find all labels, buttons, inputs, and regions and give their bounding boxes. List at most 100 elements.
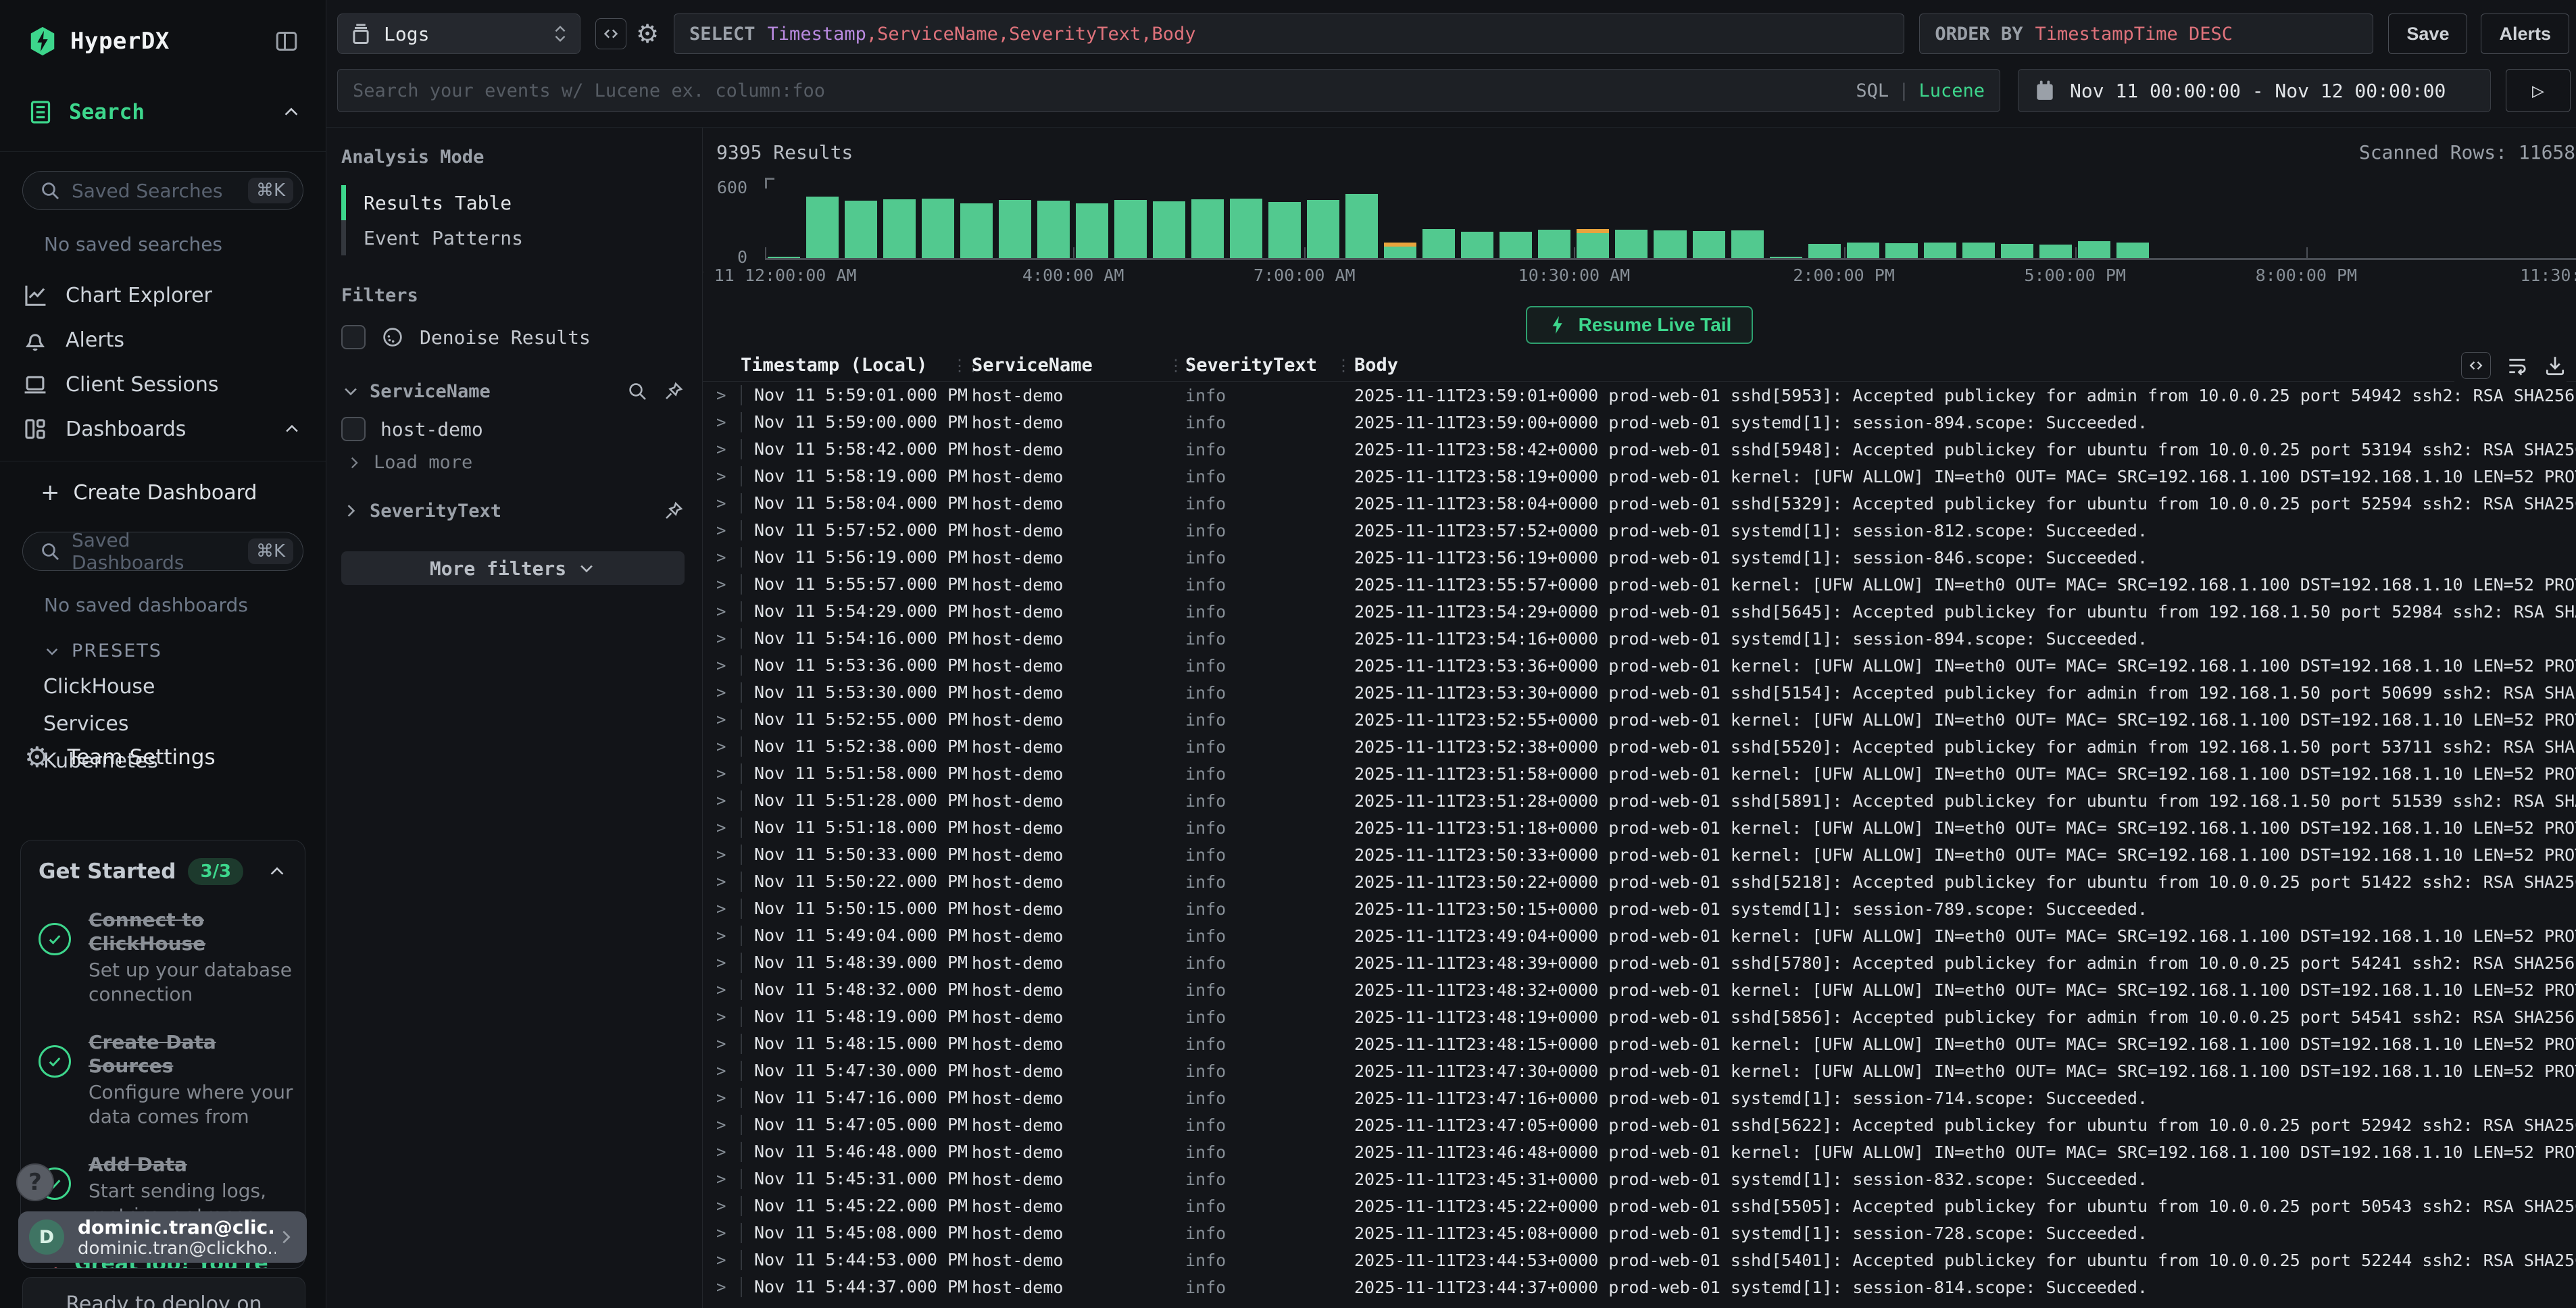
chart-bar[interactable] — [922, 199, 954, 258]
log-row[interactable]: >Nov 11 5:47:30.000 PMhost-demoinfo2025-… — [703, 1057, 2576, 1084]
chart-bar[interactable] — [2078, 241, 2110, 258]
log-row[interactable]: >Nov 11 5:45:22.000 PMhost-demoinfo2025-… — [703, 1192, 2576, 1219]
query-settings-button[interactable]: ⚙ — [630, 17, 664, 51]
row-expand-chevron[interactable]: > — [716, 683, 741, 702]
search-input[interactable]: Search your events w/ Lucene ex. column:… — [337, 69, 2000, 112]
chart-bar[interactable] — [2116, 243, 2149, 258]
chart-bar[interactable] — [1808, 244, 1841, 258]
create-dashboard-button[interactable]: + Create Dashboard — [0, 472, 326, 513]
sidebar-item-client-sessions[interactable]: Client Sessions — [0, 362, 326, 407]
log-row[interactable]: >Nov 11 5:47:16.000 PMhost-demoinfo2025-… — [703, 1084, 2576, 1111]
mode-results-table[interactable]: Results Table — [341, 185, 685, 220]
filter-value-host-demo[interactable]: host-demo — [341, 417, 685, 441]
row-expand-chevron[interactable]: > — [716, 440, 741, 459]
row-expand-chevron[interactable]: > — [716, 953, 741, 972]
row-expand-chevron[interactable]: > — [716, 629, 741, 648]
log-row[interactable]: >Nov 11 5:55:57.000 PMhost-demoinfo2025-… — [703, 571, 2576, 598]
chart-bar[interactable] — [1461, 232, 1493, 258]
wrap-lines-icon[interactable] — [2506, 354, 2529, 377]
log-row[interactable]: >Nov 11 5:48:32.000 PMhost-demoinfo2025-… — [703, 976, 2576, 1003]
pin-icon[interactable] — [663, 500, 685, 522]
checkbox[interactable] — [341, 325, 366, 349]
row-expand-chevron[interactable]: > — [716, 1142, 741, 1161]
chart-bar[interactable] — [1230, 199, 1262, 258]
log-row[interactable]: >Nov 11 5:58:19.000 PMhost-demoinfo2025-… — [703, 463, 2576, 490]
search-icon[interactable] — [626, 380, 648, 402]
sidebar-item-alerts[interactable]: Alerts — [0, 318, 326, 362]
column-resize-handle[interactable]: ⋮⋮ — [1168, 356, 1185, 375]
chart-bar[interactable] — [2001, 244, 2033, 258]
chart-bar[interactable] — [1770, 257, 1802, 258]
row-expand-chevron[interactable]: > — [716, 737, 741, 756]
chart-bar[interactable] — [1538, 230, 1570, 258]
chart-bar[interactable] — [1577, 229, 1609, 258]
checkbox[interactable] — [341, 417, 366, 441]
row-expand-chevron[interactable]: > — [716, 386, 741, 405]
sidebar-item-dashboards[interactable]: Dashboards — [0, 407, 326, 451]
row-expand-chevron[interactable]: > — [716, 791, 741, 810]
filter-group-severitytext[interactable]: SeverityText — [341, 500, 685, 522]
chart-bar[interactable] — [1268, 202, 1301, 258]
log-row[interactable]: >Nov 11 5:48:19.000 PMhost-demoinfo2025-… — [703, 1003, 2576, 1030]
row-expand-chevron[interactable]: > — [716, 1197, 741, 1215]
row-expand-chevron[interactable]: > — [716, 1115, 741, 1134]
chart-plot[interactable]: Nov 11 12:00:00 AM4:00:00 AM7:00:00 AM10… — [765, 186, 2576, 260]
save-button[interactable]: Save — [2388, 14, 2467, 54]
run-query-button[interactable]: ▷ — [2506, 69, 2571, 112]
chart-bar[interactable] — [1654, 230, 1686, 258]
log-row[interactable]: >Nov 11 5:48:15.000 PMhost-demoinfo2025-… — [703, 1030, 2576, 1057]
row-expand-chevron[interactable]: > — [716, 926, 741, 945]
log-row[interactable]: >Nov 11 5:47:05.000 PMhost-demoinfo2025-… — [703, 1111, 2576, 1138]
chart-bar[interactable] — [1847, 243, 1879, 258]
saved-searches-input[interactable]: Saved Searches ⌘K — [22, 171, 303, 210]
row-expand-chevron[interactable]: > — [716, 1169, 741, 1188]
chart-bar[interactable] — [883, 199, 916, 258]
sidebar-item-team-settings[interactable]: ⚙ Team Settings — [0, 740, 326, 774]
chart-bar[interactable] — [1307, 200, 1339, 258]
chart-bar[interactable] — [999, 200, 1031, 258]
preset-clickhouse[interactable]: ClickHouse — [0, 668, 326, 705]
alerts-button[interactable]: Alerts — [2481, 14, 2569, 54]
chart-bar[interactable] — [960, 203, 993, 258]
chart-bar[interactable] — [1615, 230, 1648, 258]
chevron-up-icon[interactable] — [281, 102, 301, 122]
sidebar-item-chart-explorer[interactable]: Chart Explorer — [0, 273, 326, 318]
sql-toggle[interactable]: SQL — [1856, 80, 1889, 101]
chart-bar[interactable] — [1885, 243, 1918, 258]
log-row[interactable]: >Nov 11 5:52:38.000 PMhost-demoinfo2025-… — [703, 733, 2576, 760]
chart-bar[interactable] — [845, 201, 877, 258]
log-row[interactable]: >Nov 11 5:56:19.000 PMhost-demoinfo2025-… — [703, 544, 2576, 571]
log-row[interactable]: >Nov 11 5:51:18.000 PMhost-demoinfo2025-… — [703, 814, 2576, 841]
log-row[interactable]: >Nov 11 5:51:58.000 PMhost-demoinfo2025-… — [703, 760, 2576, 787]
column-header-body[interactable]: Body — [1354, 355, 2576, 376]
chevron-up-icon[interactable] — [282, 420, 301, 438]
mode-event-patterns[interactable]: Event Patterns — [341, 220, 685, 255]
chart-bar[interactable] — [1422, 229, 1455, 258]
row-expand-chevron[interactable]: > — [716, 494, 741, 513]
resume-live-tail-button[interactable]: Resume Live Tail — [1526, 306, 1754, 344]
row-expand-chevron[interactable]: > — [716, 845, 741, 864]
presets-toggle[interactable]: PRESETS — [43, 640, 326, 661]
row-expand-chevron[interactable]: > — [716, 467, 741, 486]
sidebar-item-search[interactable]: Search — [27, 99, 301, 126]
column-resize-handle[interactable]: ⋮⋮ — [951, 356, 972, 375]
log-row[interactable]: >Nov 11 5:58:04.000 PMhost-demoinfo2025-… — [703, 490, 2576, 517]
column-resize-handle[interactable]: ⋮⋮ — [1335, 356, 1354, 375]
sidebar-collapse-button[interactable] — [272, 26, 301, 56]
chart-bar[interactable] — [1076, 203, 1108, 258]
row-expand-chevron[interactable]: > — [716, 548, 741, 567]
select-clause-input[interactable]: SELECT Timestamp,ServiceName,SeverityTex… — [674, 14, 1904, 54]
row-expand-chevron[interactable]: > — [716, 980, 741, 999]
chart-bar[interactable] — [1114, 200, 1147, 258]
row-expand-chevron[interactable]: > — [716, 602, 741, 621]
column-header-severitytext[interactable]: SeverityText — [1185, 355, 1335, 376]
chart-bar[interactable] — [2039, 245, 2072, 259]
row-expand-chevron[interactable]: > — [716, 1034, 741, 1053]
column-settings-button[interactable] — [2461, 352, 2491, 379]
chart-bar[interactable] — [768, 257, 800, 258]
preset-services[interactable]: Services — [0, 705, 326, 743]
get-started-step-sources[interactable]: Create Data Sources Configure where your… — [39, 1030, 287, 1130]
column-header-timestamp[interactable]: Timestamp (Local) — [741, 355, 951, 376]
row-expand-chevron[interactable]: > — [716, 1224, 741, 1242]
log-row[interactable]: >Nov 11 5:59:01.000 PMhost-demoinfo2025-… — [703, 382, 2576, 409]
